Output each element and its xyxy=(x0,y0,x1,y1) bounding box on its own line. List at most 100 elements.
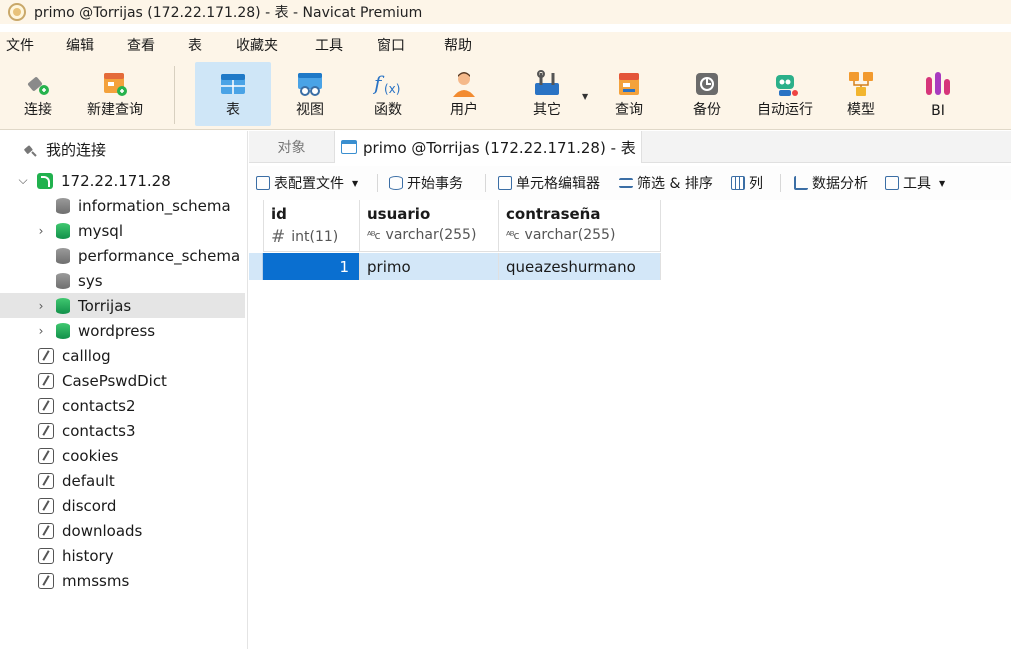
sqlite-feather-icon xyxy=(38,497,54,514)
cell-id[interactable]: 1 xyxy=(263,253,360,280)
database-item[interactable]: sys xyxy=(56,268,103,293)
data-analysis-button[interactable]: 数据分析 xyxy=(794,166,868,200)
connection-node[interactable]: ⌵ 172.22.171.28 xyxy=(16,168,170,193)
columns-button[interactable]: 列 xyxy=(731,166,763,200)
begin-transaction-button[interactable]: 开始事务 xyxy=(389,166,463,200)
sqlite-feather-icon xyxy=(38,472,54,489)
table-row[interactable]: 1 primo queazeshurmano xyxy=(263,253,661,280)
database-icon xyxy=(56,297,70,314)
column-header-id[interactable]: id # int(11) xyxy=(263,200,360,252)
filter-icon xyxy=(619,178,633,188)
chevron-down-icon: ▼ xyxy=(939,178,946,188)
sqlite-feather-icon xyxy=(38,547,54,564)
other-button[interactable]: 其它 xyxy=(519,62,575,126)
new-query-button[interactable]: 新建查询 xyxy=(80,62,150,126)
sqlite-connection-item[interactable]: default xyxy=(38,468,115,493)
table-profile-button[interactable]: 表配置文件 ▼ xyxy=(256,166,358,200)
cell-usuario[interactable]: primo xyxy=(360,253,499,280)
menu-file[interactable]: 文件 xyxy=(0,35,60,55)
database-item[interactable]: › wordpress xyxy=(34,318,156,343)
sqlite-feather-icon xyxy=(38,422,54,439)
backup-icon xyxy=(696,73,718,95)
other-dropdown-arrow-icon[interactable]: ▼ xyxy=(582,92,588,101)
toolbar-separator xyxy=(377,174,378,192)
user-button[interactable]: 用户 xyxy=(436,62,492,126)
filter-sort-button[interactable]: 筛选 & 排序 xyxy=(619,166,713,200)
title-bar: primo @Torrijas (172.22.171.28) - 表 - Na… xyxy=(0,0,1011,24)
sqlite-connection-item[interactable]: mmssms xyxy=(38,568,129,593)
row-selector[interactable] xyxy=(249,253,263,280)
tools-button[interactable]: 工具 ▼ xyxy=(885,166,945,200)
menu-edit[interactable]: 编辑 xyxy=(60,35,121,55)
model-button[interactable]: 模型 xyxy=(833,62,889,126)
bi-button[interactable]: BI xyxy=(910,62,966,126)
database-icon xyxy=(56,222,70,239)
chevron-down-icon: ▼ xyxy=(352,178,359,188)
text-type-icon: ᴬᴮc xyxy=(506,228,520,242)
column-header-contrasena[interactable]: contraseña ᴬᴮc varchar(255) xyxy=(499,200,661,252)
my-connections-header[interactable]: 我的连接 xyxy=(22,137,106,162)
menu-view[interactable]: 查看 xyxy=(121,35,182,55)
menu-table[interactable]: 表 xyxy=(182,35,230,55)
automation-button[interactable]: 自动运行 xyxy=(750,62,820,126)
menu-tools[interactable]: 工具 xyxy=(309,35,371,55)
tab-table-data[interactable]: primo @Torrijas (172.22.171.28) - 表 xyxy=(334,131,642,163)
cell-contrasena[interactable]: queazeshurmano xyxy=(499,253,661,280)
columns-icon xyxy=(731,176,745,190)
edit-icon xyxy=(498,176,512,190)
sqlite-connection-item[interactable]: contacts2 xyxy=(38,393,136,418)
chevron-right-icon[interactable]: › xyxy=(34,224,48,238)
tab-objects[interactable]: 对象 xyxy=(249,131,334,163)
chevron-right-icon[interactable]: › xyxy=(34,324,48,338)
database-item[interactable]: performance_schema xyxy=(56,243,240,268)
sqlite-feather-icon xyxy=(38,372,54,389)
sqlite-feather-icon xyxy=(38,347,54,364)
tab-bar: 对象 primo @Torrijas (172.22.171.28) - 表 xyxy=(249,131,1011,163)
sqlite-connection-item[interactable]: contacts3 xyxy=(38,418,136,443)
sqlite-feather-icon xyxy=(38,522,54,539)
cell-editor-button[interactable]: 单元格编辑器 xyxy=(498,166,600,200)
text-type-icon: ᴬᴮc xyxy=(367,228,381,242)
bi-chart-icon xyxy=(926,72,950,95)
main-toolbar: 连接 新建查询 表 视图 f (x) 函数 用户 其它 ▼ 查询 备份 自动运行… xyxy=(0,58,1011,130)
query-button[interactable]: 查询 xyxy=(601,62,657,126)
database-icon xyxy=(56,322,70,339)
sqlite-connection-item[interactable]: discord xyxy=(38,493,116,518)
table-toolbar: 表配置文件 ▼ 开始事务 单元格编辑器 筛选 & 排序 列 数据分析 工具 ▼ xyxy=(249,166,1011,200)
menu-bar: 文件 编辑 查看 表 收藏夹 工具 窗口 帮助 xyxy=(0,32,1011,58)
database-item-selected[interactable]: › Torrijas xyxy=(0,293,245,318)
database-icon xyxy=(56,272,70,289)
sqlite-connection-item[interactable]: CasePswdDict xyxy=(38,368,167,393)
database-icon xyxy=(56,197,70,214)
new-query-icon xyxy=(104,73,127,96)
table-button[interactable]: 表 xyxy=(195,62,271,126)
sqlite-connection-item[interactable]: history xyxy=(38,543,114,568)
table-icon xyxy=(341,140,357,154)
view-icon xyxy=(298,73,322,96)
user-icon xyxy=(453,72,475,97)
sqlite-connection-item[interactable]: calllog xyxy=(38,343,111,368)
menu-favorites[interactable]: 收藏夹 xyxy=(230,35,309,55)
toolbox-icon xyxy=(885,176,899,190)
menu-help[interactable]: 帮助 xyxy=(438,35,498,55)
robot-icon xyxy=(776,75,798,96)
connect-button[interactable]: 连接 xyxy=(14,62,62,126)
backup-button[interactable]: 备份 xyxy=(679,62,735,126)
function-button[interactable]: f (x) 函数 xyxy=(360,62,416,126)
column-header-usuario[interactable]: usuario ᴬᴮc varchar(255) xyxy=(360,200,499,252)
table-icon xyxy=(221,74,245,94)
chevron-down-icon[interactable]: ⌵ xyxy=(16,173,30,188)
menu-window[interactable]: 窗口 xyxy=(371,35,438,55)
profile-icon xyxy=(256,176,270,190)
model-icon xyxy=(849,72,873,96)
database-icon xyxy=(56,247,70,264)
sqlite-feather-icon xyxy=(38,572,54,589)
database-item[interactable]: › mysql xyxy=(34,218,123,243)
chevron-right-icon[interactable]: › xyxy=(34,299,48,313)
sqlite-connection-item[interactable]: downloads xyxy=(38,518,142,543)
view-button[interactable]: 视图 xyxy=(282,62,338,126)
plug-icon xyxy=(24,145,37,157)
sqlite-connection-item[interactable]: cookies xyxy=(38,443,119,468)
toolbar-separator xyxy=(485,174,486,192)
database-item[interactable]: information_schema xyxy=(56,193,231,218)
